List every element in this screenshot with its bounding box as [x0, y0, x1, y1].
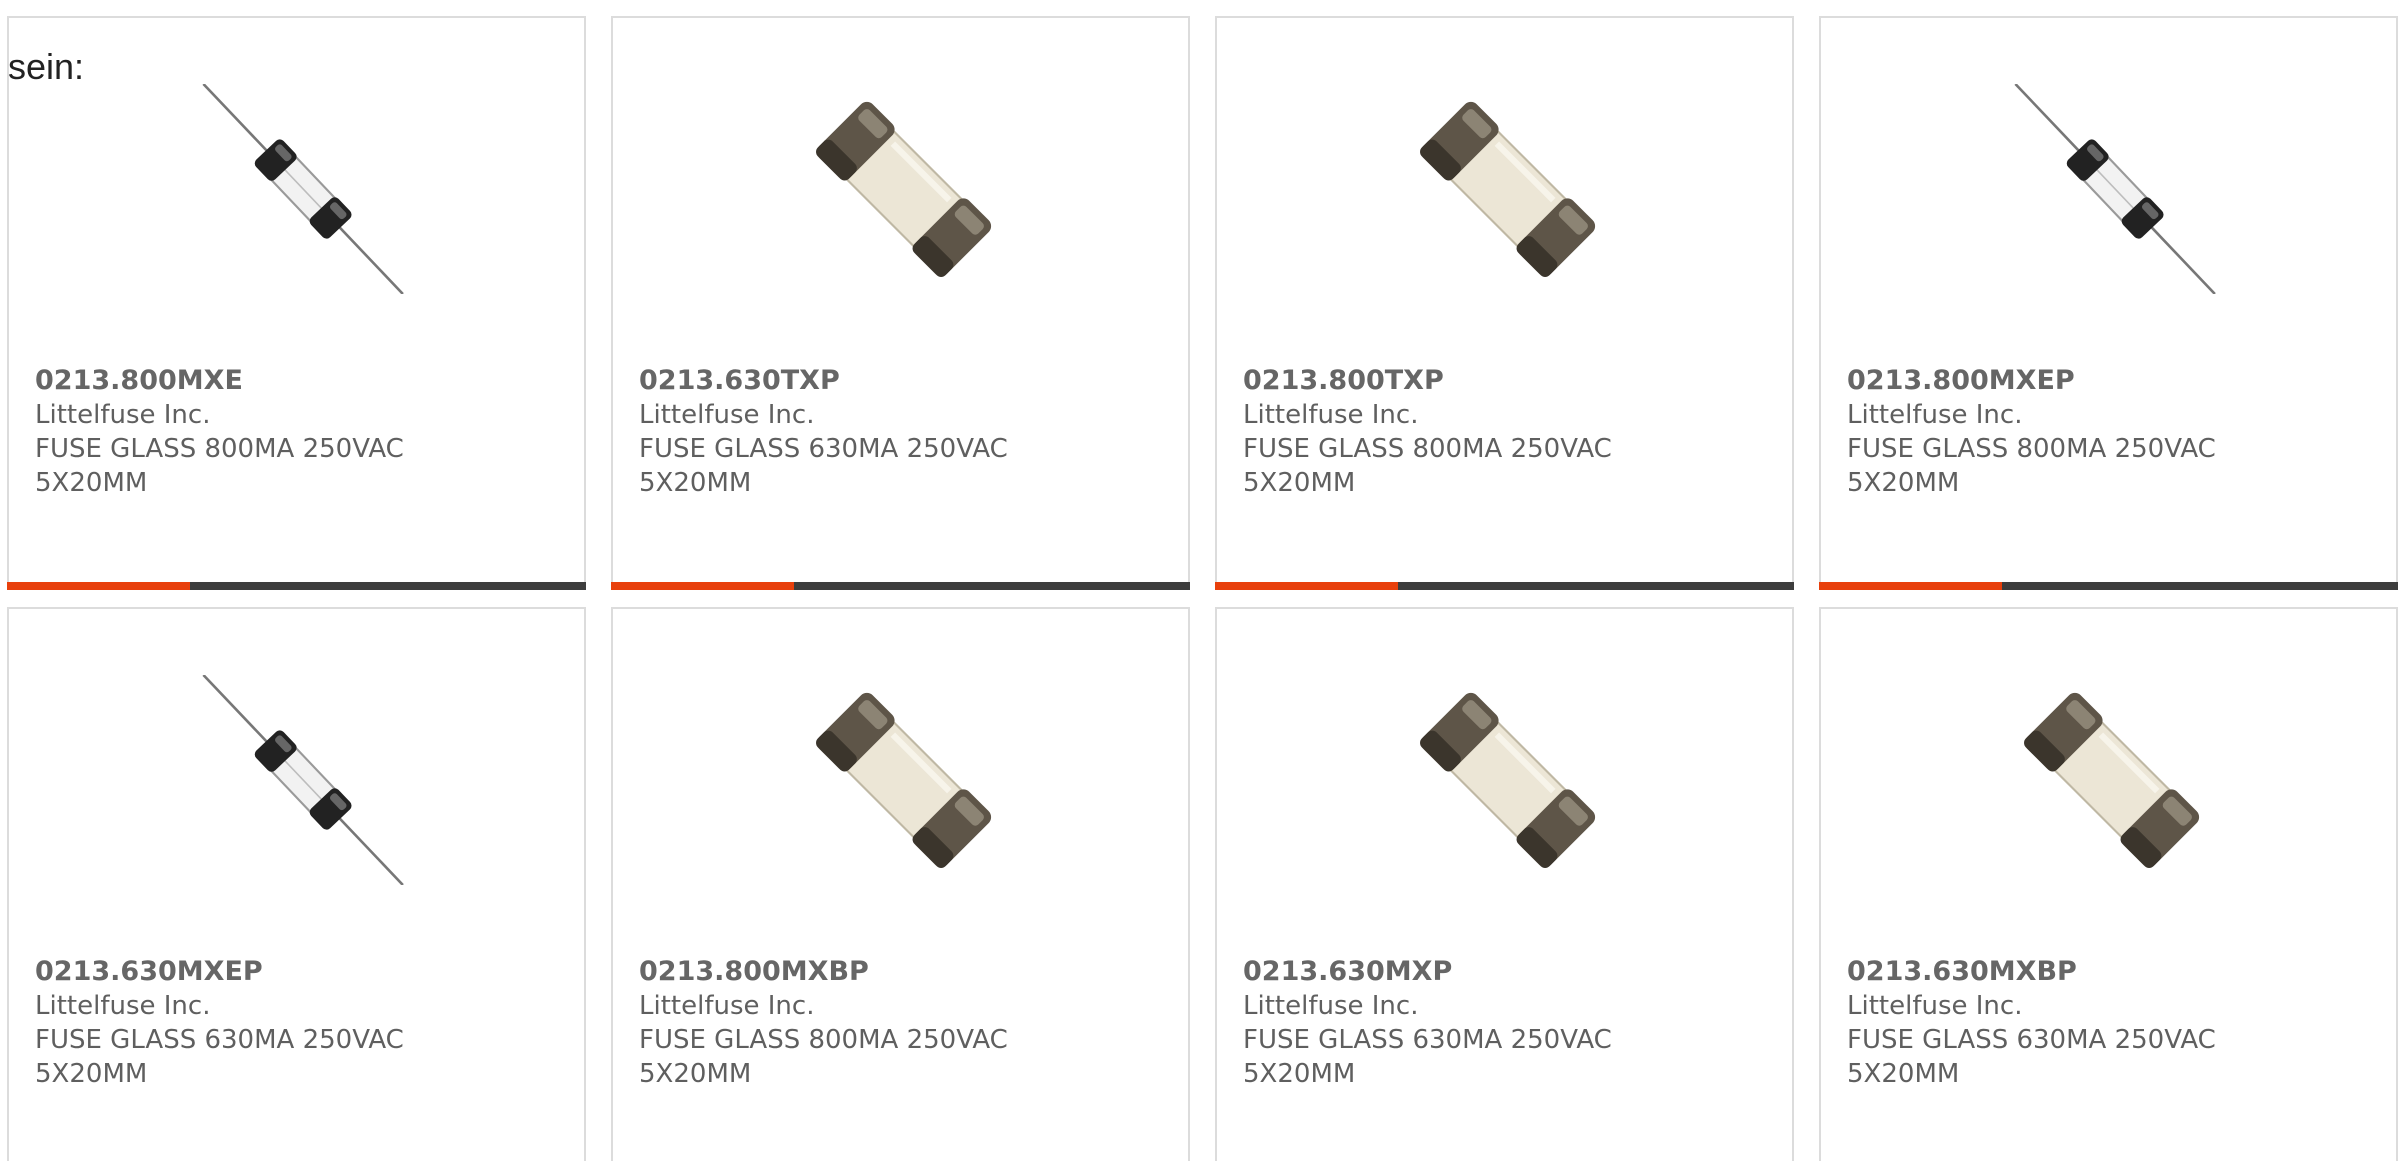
manufacturer: Littelfuse Inc.	[639, 400, 815, 430]
product-info: 0213.800MXE Littelfuse Inc. FUSE GLASS 8…	[35, 364, 535, 500]
cartridge-fuse-icon[interactable]	[1403, 675, 1613, 885]
card-accent-bar	[611, 582, 794, 590]
description: FUSE GLASS 800MA 250VAC 5X20MM	[1243, 434, 1612, 498]
cartridge-fuse-icon[interactable]	[1403, 84, 1613, 294]
cartridge-fuse-icon[interactable]	[2007, 675, 2217, 885]
cartridge-fuse-icon[interactable]	[799, 675, 1009, 885]
card-accent-bar	[7, 582, 190, 590]
description: FUSE GLASS 630MA 250VAC 5X20MM	[1243, 1025, 1612, 1089]
product-card[interactable]: 0213.800MXEP Littelfuse Inc. FUSE GLASS …	[1819, 16, 2398, 590]
product-list-page: sein: 0213.800MXE Littelfuse Inc. FUSE G…	[0, 0, 2400, 1161]
description: FUSE GLASS 800MA 250VAC 5X20MM	[1847, 434, 2216, 498]
product-card[interactable]: 0213.630MXBP Littelfuse Inc. FUSE GLASS …	[1819, 607, 2398, 1161]
intro-text: sein:	[8, 46, 85, 87]
product-info: 0213.630MXEP Littelfuse Inc. FUSE GLASS …	[35, 955, 535, 1091]
description: FUSE GLASS 630MA 250VAC 5X20MM	[1847, 1025, 2216, 1089]
product-card[interactable]: 0213.800MXE Littelfuse Inc. FUSE GLASS 8…	[7, 16, 586, 590]
part-number[interactable]: 0213.630MXBP	[1847, 956, 2077, 987]
manufacturer: Littelfuse Inc.	[1243, 991, 1419, 1021]
manufacturer: Littelfuse Inc.	[35, 400, 211, 430]
product-info: 0213.800TXP Littelfuse Inc. FUSE GLASS 8…	[1243, 364, 1743, 500]
product-info: 0213.630MXP Littelfuse Inc. FUSE GLASS 6…	[1243, 955, 1743, 1091]
part-number[interactable]: 0213.800MXE	[35, 365, 243, 396]
product-info: 0213.800MXEP Littelfuse Inc. FUSE GLASS …	[1847, 364, 2347, 500]
part-number[interactable]: 0213.630MXEP	[35, 956, 263, 987]
product-info: 0213.630TXP Littelfuse Inc. FUSE GLASS 6…	[639, 364, 1139, 500]
card-bottom-bar	[7, 582, 586, 590]
card-bottom-bar	[611, 582, 1190, 590]
manufacturer: Littelfuse Inc.	[1847, 991, 2023, 1021]
manufacturer: Littelfuse Inc.	[1847, 400, 2023, 430]
description: FUSE GLASS 800MA 250VAC 5X20MM	[639, 1025, 1008, 1089]
axial-fuse-icon[interactable]	[195, 84, 405, 294]
part-number[interactable]: 0213.630MXP	[1243, 956, 1452, 987]
part-number[interactable]: 0213.800MXBP	[639, 956, 869, 987]
manufacturer: Littelfuse Inc.	[639, 991, 815, 1021]
product-card[interactable]: 0213.630MXEP Littelfuse Inc. FUSE GLASS …	[7, 607, 586, 1161]
product-info: 0213.630MXBP Littelfuse Inc. FUSE GLASS …	[1847, 955, 2347, 1091]
product-card[interactable]: 0213.630MXP Littelfuse Inc. FUSE GLASS 6…	[1215, 607, 1794, 1161]
part-number[interactable]: 0213.800TXP	[1243, 365, 1444, 396]
description: FUSE GLASS 630MA 250VAC 5X20MM	[639, 434, 1008, 498]
card-accent-bar	[1819, 582, 2002, 590]
card-accent-bar	[1215, 582, 1398, 590]
part-number[interactable]: 0213.630TXP	[639, 365, 840, 396]
product-card[interactable]: 0213.630TXP Littelfuse Inc. FUSE GLASS 6…	[611, 16, 1190, 590]
product-card[interactable]: 0213.800MXBP Littelfuse Inc. FUSE GLASS …	[611, 607, 1190, 1161]
manufacturer: Littelfuse Inc.	[1243, 400, 1419, 430]
product-card[interactable]: 0213.800TXP Littelfuse Inc. FUSE GLASS 8…	[1215, 16, 1794, 590]
card-bottom-bar	[1819, 582, 2398, 590]
cartridge-fuse-icon[interactable]	[799, 84, 1009, 294]
product-grid: 0213.800MXE Littelfuse Inc. FUSE GLASS 8…	[7, 16, 2398, 1161]
axial-fuse-icon[interactable]	[2007, 84, 2217, 294]
description: FUSE GLASS 800MA 250VAC 5X20MM	[35, 434, 404, 498]
axial-fuse-icon[interactable]	[195, 675, 405, 885]
product-info: 0213.800MXBP Littelfuse Inc. FUSE GLASS …	[639, 955, 1139, 1091]
part-number[interactable]: 0213.800MXEP	[1847, 365, 2075, 396]
manufacturer: Littelfuse Inc.	[35, 991, 211, 1021]
card-bottom-bar	[1215, 582, 1794, 590]
description: FUSE GLASS 630MA 250VAC 5X20MM	[35, 1025, 404, 1089]
